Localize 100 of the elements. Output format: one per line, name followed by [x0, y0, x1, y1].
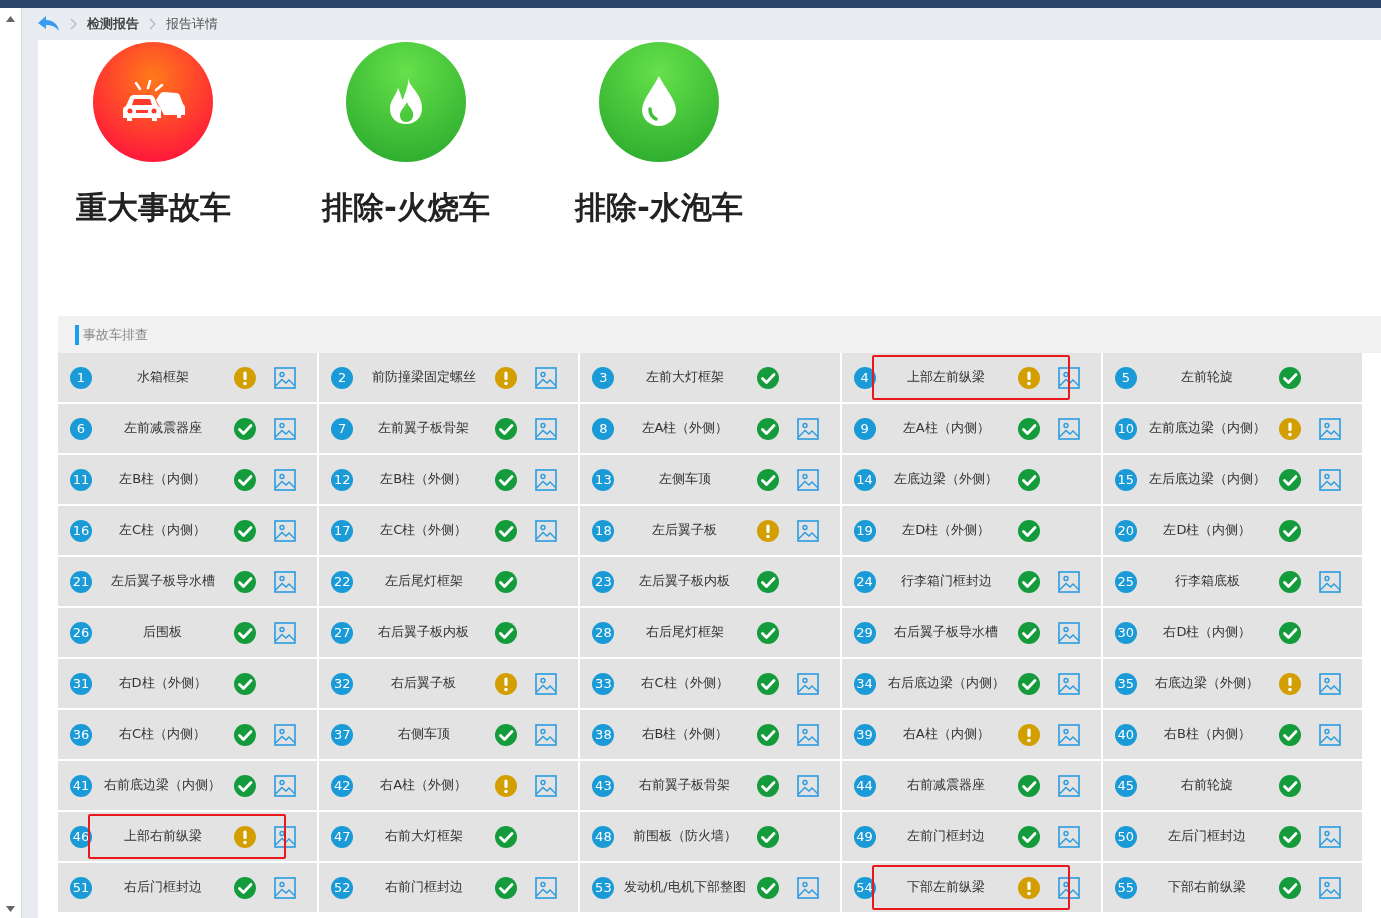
image-icon[interactable] — [274, 775, 297, 797]
item-label: 发动机/电机下部整图 — [623, 878, 747, 897]
water-drop-icon — [640, 76, 678, 128]
item-label: 左后翼子板导水槽 — [109, 572, 216, 591]
item-label: 右C柱（外侧） — [640, 674, 730, 693]
number-badge: 20 — [1114, 519, 1137, 542]
item-label: 右后翼子板导水槽 — [893, 623, 1000, 642]
item-label: 水箱框架 — [135, 368, 190, 387]
item-label: 上部右前纵梁 — [122, 827, 203, 846]
breadcrumb-item[interactable]: 检测报告 — [87, 14, 139, 34]
image-icon[interactable] — [1057, 571, 1080, 593]
item-label: 左后底边梁（内侧） — [1147, 470, 1267, 489]
verdict-label: 排除-火烧车 — [322, 188, 490, 227]
item-label: 右D柱（内侧） — [1162, 623, 1253, 642]
image-icon[interactable] — [796, 775, 819, 797]
image-icon[interactable] — [535, 673, 558, 695]
number-badge: 38 — [592, 723, 615, 746]
image-icon[interactable] — [274, 877, 297, 899]
number-badge: 29 — [853, 621, 876, 644]
image-icon[interactable] — [796, 877, 819, 899]
number-badge: 47 — [331, 825, 354, 848]
number-badge: 22 — [331, 570, 354, 593]
number-badge: 10 — [1114, 417, 1137, 440]
image-icon[interactable] — [1057, 367, 1080, 389]
image-icon[interactable] — [1319, 826, 1341, 848]
image-icon[interactable] — [796, 673, 819, 695]
image-icon[interactable] — [535, 724, 558, 746]
image-icon[interactable] — [274, 571, 297, 593]
number-badge: 2 — [331, 366, 354, 389]
breadcrumb-item: 报告详情 — [166, 15, 218, 34]
image-icon[interactable] — [274, 418, 297, 440]
image-icon[interactable] — [535, 367, 558, 389]
number-badge: 7 — [331, 417, 354, 440]
item-label: 左侧车顶 — [658, 470, 712, 489]
image-icon[interactable] — [796, 724, 819, 746]
number-badge: 26 — [70, 621, 92, 644]
image-icon[interactable] — [1319, 673, 1341, 695]
image-icon[interactable] — [1319, 418, 1341, 440]
image-icon[interactable] — [1057, 775, 1080, 797]
chevron-icon — [149, 18, 156, 30]
image-icon[interactable] — [274, 622, 297, 644]
image-icon[interactable] — [274, 826, 297, 848]
image-icon[interactable] — [274, 367, 297, 389]
number-badge: 17 — [331, 519, 354, 542]
verdict-label: 重大事故车 — [75, 188, 231, 227]
image-icon[interactable] — [1057, 826, 1080, 848]
item-label: 右底边梁（外侧） — [1154, 674, 1261, 693]
verdict-label: 排除-水泡车 — [575, 188, 743, 227]
item-label: 左B柱（外侧） — [379, 470, 469, 489]
item-label: 左前轮旋 — [1180, 368, 1235, 387]
image-icon[interactable] — [1057, 673, 1080, 695]
number-badge: 12 — [331, 468, 354, 491]
image-icon[interactable] — [1319, 571, 1341, 593]
image-icon[interactable] — [1057, 877, 1080, 899]
item-label: 前围板（防火墙） — [632, 827, 738, 846]
image-icon[interactable] — [1319, 877, 1341, 899]
number-badge: 46 — [70, 825, 92, 848]
image-icon[interactable] — [274, 469, 297, 491]
item-label: 左A柱（内侧） — [901, 419, 991, 438]
image-icon[interactable] — [1319, 469, 1341, 491]
item-label: 左前底边梁（内侧） — [1147, 419, 1267, 438]
number-badge: 35 — [1114, 672, 1137, 695]
item-label: 行李箱底板 — [1173, 572, 1241, 591]
scroll-up-icon[interactable] — [6, 16, 15, 22]
number-badge: 21 — [70, 570, 92, 593]
number-badge: 53 — [592, 876, 615, 899]
image-icon[interactable] — [1057, 724, 1080, 746]
number-badge: 30 — [1114, 621, 1137, 644]
number-badge: 45 — [1114, 774, 1137, 797]
item-label: 右B柱（外侧） — [640, 725, 730, 744]
image-icon[interactable] — [535, 418, 558, 440]
number-badge: 54 — [853, 876, 876, 899]
item-label: 右前轮旋 — [1180, 776, 1235, 795]
number-badge: 14 — [853, 468, 876, 491]
image-icon[interactable] — [274, 724, 297, 746]
number-badge: 11 — [70, 468, 92, 491]
image-icon[interactable] — [1057, 622, 1080, 644]
image-icon[interactable] — [535, 520, 558, 542]
image-icon[interactable] — [535, 469, 558, 491]
item-label: 右侧车顶 — [396, 725, 451, 744]
item-label: 左前门框封边 — [906, 827, 987, 846]
number-badge: 25 — [1114, 570, 1137, 593]
image-icon[interactable] — [796, 520, 819, 542]
number-badge: 32 — [331, 672, 354, 695]
image-icon[interactable] — [796, 469, 819, 491]
image-icon[interactable] — [535, 877, 558, 899]
item-label: 右前底边梁（内侧） — [103, 776, 223, 795]
item-label: 下部右前纵梁 — [1167, 878, 1248, 897]
item-label: 右前门框封边 — [383, 878, 464, 897]
back-icon[interactable] — [38, 16, 60, 32]
number-badge: 48 — [592, 825, 615, 848]
image-icon[interactable] — [274, 520, 297, 542]
image-icon[interactable] — [1319, 724, 1341, 746]
number-badge: 49 — [853, 825, 876, 848]
number-badge: 19 — [853, 519, 876, 542]
image-icon[interactable] — [796, 418, 819, 440]
image-icon[interactable] — [1057, 418, 1080, 440]
image-icon[interactable] — [535, 775, 558, 797]
item-label: 右后尾灯框架 — [645, 623, 725, 642]
scroll-down-icon[interactable] — [6, 906, 15, 912]
